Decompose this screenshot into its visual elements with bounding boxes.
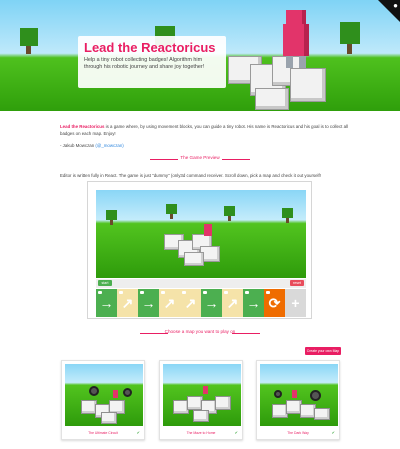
command-block[interactable]: ↗	[159, 289, 180, 317]
github-icon[interactable]: ●	[393, 1, 398, 10]
badge-icon	[274, 390, 282, 398]
command-blocks: → ↗ → ↗ ↗ → ↗ → ⟳ +	[96, 289, 306, 317]
arrow-icon: →	[141, 295, 156, 311]
path-block	[290, 68, 326, 102]
map-card[interactable]: The Ultimate Circuit ✔	[61, 360, 145, 440]
intro-game-name: Lead the Reactoricus	[60, 124, 105, 129]
badge-icon	[310, 390, 321, 401]
loop-icon: ⟳	[268, 294, 281, 311]
map-card[interactable]: The Maze to Home ✔	[159, 360, 243, 440]
hero-title: Lead the Reactoricus	[84, 40, 216, 55]
command-editor: start reset → ↗ → ↗ ↗ → ↗ → ⟳ +	[96, 279, 306, 317]
block-handle	[98, 291, 102, 294]
map-thumbnail	[65, 364, 143, 426]
block-handle	[203, 291, 207, 294]
section-title-preview: The Game Preview	[150, 155, 250, 163]
signature-name: - Jakub Mowczan	[60, 143, 95, 148]
editor-frame: start reset → ↗ → ↗ ↗ → ↗ → ⟳ +	[87, 181, 312, 319]
intro-text: Lead the Reactoricus is a game where, by…	[60, 124, 350, 150]
command-block[interactable]: ↗	[222, 289, 243, 317]
command-toolbar: start reset	[96, 279, 306, 288]
path-block	[193, 410, 209, 422]
hero-banner: ● Lead the Reactoricus Help a tiny robot…	[0, 0, 400, 111]
map-card[interactable]: The Dark Way ✔	[256, 360, 340, 440]
map-thumbnail	[260, 364, 338, 426]
reset-button[interactable]: reset	[290, 280, 304, 286]
command-block[interactable]: →	[138, 289, 159, 317]
create-map-button[interactable]: Create your own Map	[305, 347, 341, 355]
robot	[203, 386, 208, 394]
robot	[204, 224, 212, 236]
arrow-icon: →	[204, 295, 219, 311]
badge-icon	[123, 388, 132, 397]
block-handle	[140, 291, 144, 294]
block-handle	[245, 291, 249, 294]
map-thumbnail	[163, 364, 241, 426]
arrow-icon: ↗	[184, 294, 197, 311]
hero-card: Lead the Reactoricus Help a tiny robot c…	[78, 36, 226, 88]
signature-link[interactable]: (@_mowczan)	[95, 143, 123, 148]
path-block	[314, 408, 330, 420]
add-command-button[interactable]: +	[285, 289, 306, 317]
block-handle	[161, 291, 165, 294]
map-name: The Dark Way	[287, 431, 309, 435]
intro-description: is a game where, by using movement block…	[60, 124, 348, 136]
robot	[113, 390, 118, 398]
block-handle	[224, 291, 228, 294]
badge-icon	[89, 386, 99, 396]
block-handle	[119, 291, 123, 294]
arrow-icon: →	[246, 295, 261, 311]
start-button[interactable]: start	[98, 280, 112, 286]
path-block	[255, 88, 289, 110]
path-block	[215, 396, 231, 410]
robot-body	[283, 24, 309, 56]
arrow-icon: →	[99, 295, 114, 311]
arrow-icon: ↗	[226, 294, 239, 311]
robot-leg	[286, 56, 293, 68]
robot	[292, 390, 297, 398]
command-block[interactable]: ⟳	[264, 289, 285, 317]
plus-icon: +	[291, 295, 300, 311]
map-name: The Ultimate Circuit	[88, 431, 118, 435]
block-handle	[266, 291, 270, 294]
command-block[interactable]: →	[243, 289, 264, 317]
command-block[interactable]: ↗	[117, 289, 138, 317]
path-block	[101, 412, 117, 424]
editor-note: Editor is written fully in React. The ga…	[60, 173, 321, 178]
map-name: The Maze to Home	[186, 431, 216, 435]
robot-leg	[299, 56, 306, 68]
command-block[interactable]: →	[201, 289, 222, 317]
arrow-icon: ↗	[121, 294, 134, 311]
section-title-maps: Choose a map you want to play on	[140, 329, 260, 337]
check-icon: ✔	[234, 430, 238, 435]
check-icon: ✔	[136, 430, 140, 435]
command-block[interactable]: →	[96, 289, 117, 317]
signature: - Jakub Mowczan (@_mowczan)	[60, 143, 350, 150]
block-handle	[182, 291, 186, 294]
game-scene[interactable]	[96, 190, 306, 278]
hero-subtitle: Help a tiny robot collecting badges! Alg…	[84, 57, 205, 70]
arrow-icon: ↗	[163, 294, 176, 311]
command-block[interactable]: ↗	[180, 289, 201, 317]
path-block	[184, 252, 204, 266]
check-icon: ✔	[331, 430, 335, 435]
